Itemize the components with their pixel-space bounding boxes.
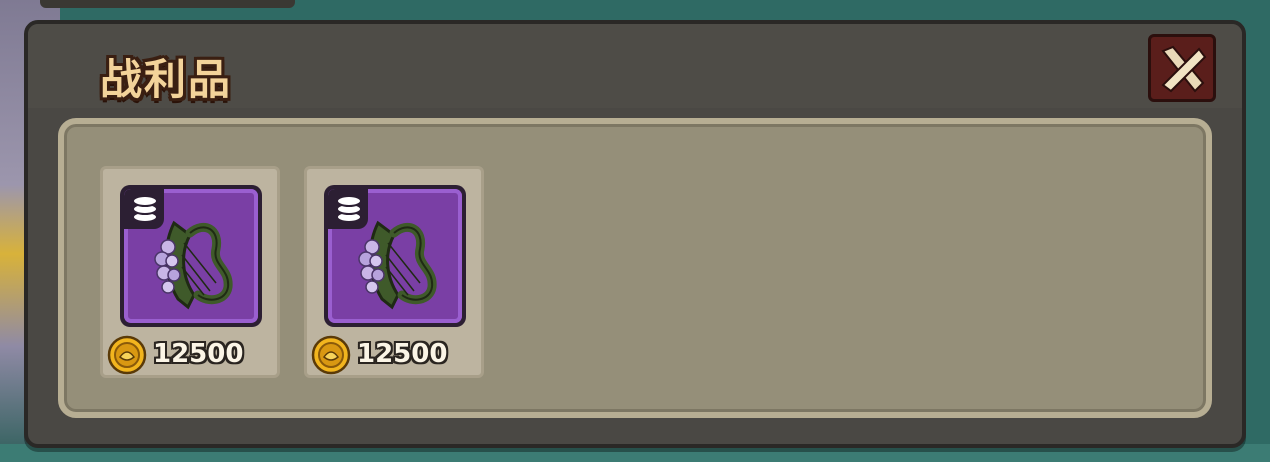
item-price: 12500 [105,335,275,375]
coin-stack-icon [328,189,368,229]
dialog-title: 战利品 [100,55,233,104]
dialog-header: 战利品 [28,24,1242,108]
loot-item[interactable]: 12500 [100,166,280,378]
item-rarity-background [328,189,462,323]
close-x-icon [1161,45,1207,93]
background-tab [40,0,295,8]
item-rarity-background [124,189,258,323]
loot-list: 12500 12500 [58,118,1212,418]
coin-stack-icon [124,189,164,229]
gold-coin-icon [107,335,147,375]
close-button[interactable] [1148,34,1216,102]
item-icon-frame [324,185,466,327]
price-value: 12500 [153,339,244,369]
item-price: 12500 [309,335,479,375]
loot-item[interactable]: 12500 [304,166,484,378]
gold-coin-icon [311,335,351,375]
loot-dialog: 战利品 12500 12500 [24,20,1246,448]
price-value: 12500 [357,339,448,369]
item-icon-frame [120,185,262,327]
